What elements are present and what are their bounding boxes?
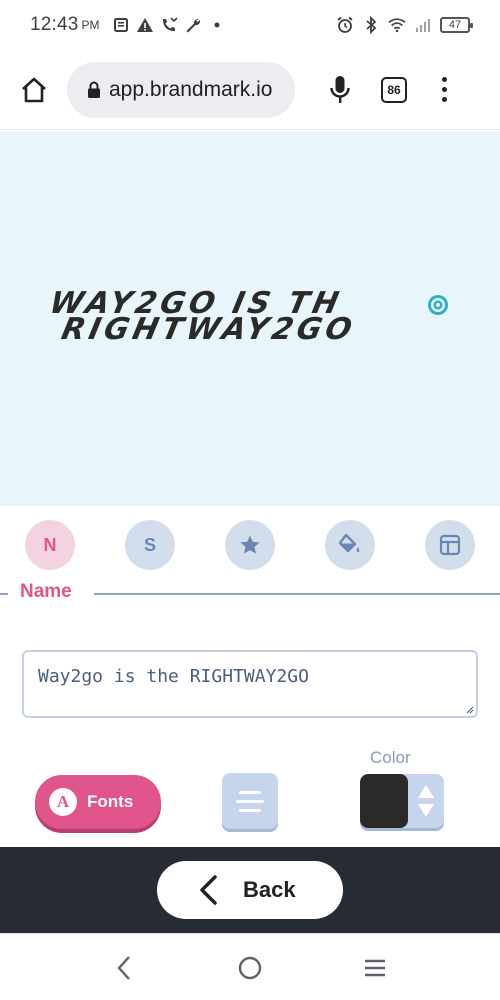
back-button[interactable]: Back — [157, 861, 343, 919]
align-button[interactable] — [222, 773, 278, 829]
heading-divider-left — [0, 593, 8, 595]
nav-recents-button[interactable] — [361, 954, 389, 982]
warning-icon — [136, 16, 154, 34]
bottom-action-bar: Back — [0, 847, 500, 933]
status-bar: 12:43 PM 47 — [0, 0, 500, 50]
color-picker-button[interactable] — [360, 774, 444, 828]
address-bar[interactable]: app.brandmark.io — [67, 61, 295, 118]
status-time: 12:43 — [30, 14, 79, 35]
status-ampm: PM — [81, 18, 100, 32]
tab-layout[interactable] — [425, 520, 475, 570]
news-icon — [112, 16, 130, 34]
lock-icon — [88, 81, 100, 98]
home-button[interactable] — [16, 72, 52, 108]
color-swatch — [360, 774, 408, 828]
logo-mark-icon — [428, 295, 448, 315]
font-letter-icon: A — [49, 788, 77, 816]
logo-preview: WAY2GO IS TH RIGHTWAY2GO — [0, 131, 500, 506]
system-navigation-bar — [0, 933, 500, 1000]
missed-call-icon — [160, 16, 178, 34]
align-line — [239, 790, 261, 794]
color-label: Color — [370, 748, 411, 767]
layout-icon — [439, 534, 461, 556]
home-icon — [22, 77, 46, 102]
color-cycle-arrows-icon — [418, 785, 434, 817]
alarm-icon — [336, 16, 354, 34]
url-text: app.brandmark.io — [109, 77, 273, 101]
tab-name[interactable]: N — [25, 520, 75, 570]
nav-home-button[interactable] — [236, 954, 264, 982]
chevron-left-icon — [200, 875, 217, 905]
menu-dot — [441, 87, 447, 92]
tab-switcher-button[interactable]: 86 — [381, 76, 407, 103]
tab-symbol[interactable] — [225, 520, 275, 570]
home-circle-icon — [238, 956, 262, 980]
battery-icon: 47 — [440, 17, 473, 33]
paint-bucket-icon — [338, 533, 360, 553]
name-input-value: Way2go is the RIGHTWAY2GO — [38, 666, 309, 687]
editor-tabs: N S — [0, 520, 500, 572]
logo-text-line2: RIGHTWAY2GO — [58, 312, 359, 347]
wifi-icon — [388, 16, 406, 34]
browser-toolbar: app.brandmark.io 86 — [0, 50, 500, 130]
dot-icon — [208, 16, 226, 34]
star-icon — [240, 535, 260, 554]
name-input[interactable]: Way2go is the RIGHTWAY2GO — [22, 650, 478, 718]
fonts-label: Fonts — [87, 792, 134, 811]
tab-slogan[interactable]: S — [125, 520, 175, 570]
tab-colors[interactable] — [325, 520, 375, 570]
heading-divider-right — [94, 593, 500, 595]
back-arrow-icon — [117, 956, 130, 980]
browser-menu-button[interactable] — [437, 75, 451, 105]
resize-handle-icon[interactable] — [466, 706, 474, 714]
bluetooth-icon — [362, 16, 380, 34]
menu-dot — [441, 77, 447, 82]
align-line — [236, 799, 264, 803]
wrench-icon — [184, 16, 202, 34]
system-icons: 47 — [336, 16, 473, 34]
voice-search-button[interactable] — [325, 72, 355, 108]
logo: WAY2GO IS TH RIGHTWAY2GO — [46, 286, 460, 347]
fonts-button[interactable]: A Fonts — [35, 775, 161, 829]
recents-icon — [365, 959, 385, 977]
notification-icons — [112, 16, 226, 34]
signal-icon — [414, 16, 432, 34]
microphone-icon — [330, 75, 350, 103]
nav-back-button[interactable] — [110, 954, 138, 982]
section-heading: Name — [0, 578, 500, 608]
back-label: Back — [243, 877, 296, 902]
align-line — [239, 808, 261, 812]
section-title: Name — [20, 581, 72, 602]
menu-dot — [441, 97, 447, 102]
